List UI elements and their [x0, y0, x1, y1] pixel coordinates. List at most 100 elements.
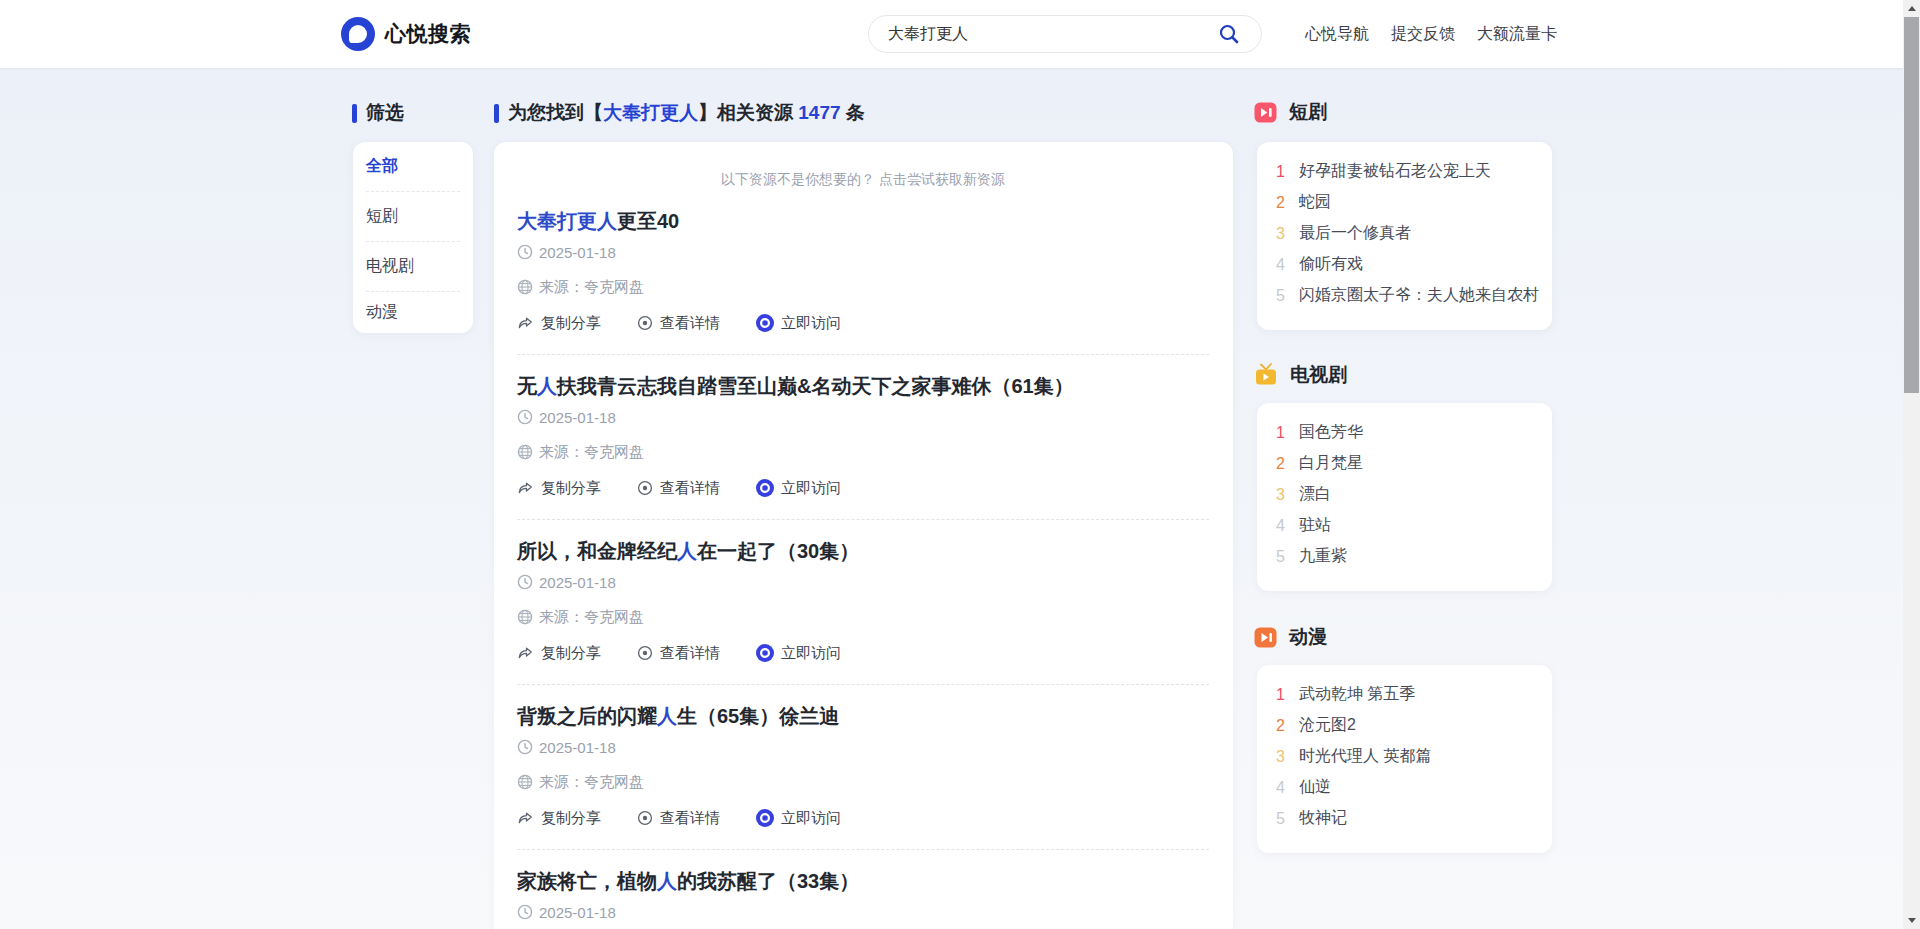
- rank-item[interactable]: 3时光代理人 英都篇: [1275, 741, 1544, 772]
- rank-item[interactable]: 2沧元图2: [1275, 710, 1544, 741]
- filter-item-short-drama[interactable]: 短剧: [366, 192, 460, 242]
- visit-icon: [756, 809, 774, 827]
- filter-item-tv[interactable]: 电视剧: [366, 242, 460, 292]
- brand-name: 心悦搜索: [385, 20, 471, 48]
- copy-share-button[interactable]: 复制分享: [517, 809, 601, 828]
- view-detail-button[interactable]: 查看详情: [637, 479, 720, 498]
- result-source-row: 来源：夸克网盘: [517, 608, 1209, 626]
- view-detail-button[interactable]: 查看详情: [637, 809, 720, 828]
- globe-icon: [517, 279, 533, 295]
- rank-heading-label: 电视剧: [1290, 362, 1347, 388]
- rank-item[interactable]: 5牧神记: [1275, 803, 1544, 834]
- header-nav: 心悦导航 提交反馈 大额流量卡: [1305, 0, 1557, 68]
- rank-item[interactable]: 1武动乾坤 第五季: [1275, 679, 1544, 710]
- copy-share-button[interactable]: 复制分享: [517, 644, 601, 663]
- rank-panel-tv: 1国色芳华 2白月梵星 3漂白 4驻站 5九重紫: [1257, 403, 1552, 591]
- result-item: 家族将亡，植物人的我苏醒了（33集） 2025-01-18 来源：夸克网盘: [517, 868, 1209, 929]
- visit-icon: [756, 644, 774, 662]
- nav-link-feedback[interactable]: 提交反馈: [1391, 24, 1455, 45]
- view-detail-button[interactable]: 查看详情: [637, 314, 720, 333]
- refresh-notice[interactable]: 以下资源不是你想要的？ 点击尝试获取新资源: [517, 170, 1209, 188]
- result-date-row: 2025-01-18: [517, 408, 1209, 426]
- share-icon: [517, 810, 534, 826]
- scrollbar-thumb[interactable]: [1904, 17, 1919, 393]
- result-date-row: 2025-01-18: [517, 738, 1209, 756]
- result-date: 2025-01-18: [539, 904, 616, 921]
- rank-item[interactable]: 1好孕甜妻被钻石老公宠上天: [1275, 156, 1544, 187]
- divider: [517, 354, 1209, 355]
- search-icon: [1218, 23, 1240, 45]
- results-heading-text: 为您找到【大奉打更人】相关资源 1477 条: [508, 100, 865, 126]
- scroll-down-button[interactable]: [1903, 912, 1920, 929]
- visit-icon: [756, 314, 774, 332]
- rank-item[interactable]: 3漂白: [1275, 479, 1544, 510]
- search-button[interactable]: [1211, 16, 1247, 52]
- rank-item[interactable]: 1国色芳华: [1275, 417, 1544, 448]
- result-actions: 复制分享 查看详情 立即访问: [517, 643, 1209, 663]
- visit-now-button[interactable]: 立即访问: [756, 479, 841, 498]
- logo[interactable]: 心悦搜索: [341, 17, 471, 51]
- result-item: 背叛之后的闪耀人生（65集）徐兰迪 2025-01-18 来源：夸克网盘 复制分…: [517, 703, 1209, 828]
- result-title[interactable]: 家族将亡，植物人的我苏醒了（33集）: [517, 868, 1209, 894]
- share-icon: [517, 480, 534, 496]
- result-item: 大奉打更人更至40 2025-01-18 来源：夸克网盘 复制分享 查看详情 立…: [517, 208, 1209, 333]
- rank-heading-label: 短剧: [1289, 99, 1327, 125]
- view-detail-button[interactable]: 查看详情: [637, 644, 720, 663]
- rank-item[interactable]: 2白月梵星: [1275, 448, 1544, 479]
- rank-item[interactable]: 4偷听有戏: [1275, 249, 1544, 280]
- rank-item[interactable]: 3最后一个修真者: [1275, 218, 1544, 249]
- results-heading: 为您找到【大奉打更人】相关资源 1477 条: [494, 101, 865, 125]
- nav-link-data-card[interactable]: 大额流量卡: [1477, 24, 1557, 45]
- result-title[interactable]: 大奉打更人更至40: [517, 208, 1209, 234]
- rank-item[interactable]: 5九重紫: [1275, 541, 1544, 572]
- divider: [517, 849, 1209, 850]
- result-title[interactable]: 所以，和金牌经纪人在一起了（30集）: [517, 538, 1209, 564]
- tv-icon: [1254, 363, 1278, 387]
- rank-panel-short-drama: 1好孕甜妻被钻石老公宠上天 2蛇园 3最后一个修真者 4偷听有戏 5闪婚京圈太子…: [1257, 142, 1552, 330]
- result-item: 所以，和金牌经纪人在一起了（30集） 2025-01-18 来源：夸克网盘 复制…: [517, 538, 1209, 663]
- visit-icon: [756, 479, 774, 497]
- rank-heading-anime: 动漫: [1254, 625, 1327, 649]
- rank-item[interactable]: 4仙逆: [1275, 772, 1544, 803]
- header: 心悦搜索 心悦导航 提交反馈 大额流量卡: [0, 0, 1920, 68]
- filter-item-all[interactable]: 全部: [366, 142, 460, 192]
- heading-bar: [352, 104, 357, 123]
- divider: [517, 519, 1209, 520]
- results-count: 1477: [798, 102, 840, 123]
- results-keyword: 大奉打更人: [603, 102, 698, 123]
- copy-share-button[interactable]: 复制分享: [517, 479, 601, 498]
- visit-now-button[interactable]: 立即访问: [756, 314, 841, 333]
- filter-heading: 筛选: [352, 101, 404, 125]
- filter-item-anime[interactable]: 动漫: [366, 292, 460, 333]
- result-date: 2025-01-18: [539, 739, 616, 756]
- divider: [517, 684, 1209, 685]
- clock-icon: [517, 574, 533, 590]
- rank-item[interactable]: 5闪婚京圈太子爷：夫人她来自农村: [1275, 280, 1544, 311]
- search-input[interactable]: [869, 25, 1211, 43]
- rank-item[interactable]: 4驻站: [1275, 510, 1544, 541]
- nav-link-navigation[interactable]: 心悦导航: [1305, 24, 1369, 45]
- search-bar: [868, 15, 1262, 53]
- result-title[interactable]: 背叛之后的闪耀人生（65集）徐兰迪: [517, 703, 1209, 729]
- result-source-row: 来源：夸克网盘: [517, 773, 1209, 791]
- visit-now-button[interactable]: 立即访问: [756, 644, 841, 663]
- logo-icon: [341, 17, 375, 51]
- heading-bar: [494, 104, 499, 123]
- scroll-up-icon: [1908, 6, 1916, 11]
- result-title[interactable]: 无人扶我青云志我自踏雪至山巅&名动天下之家事难休（61集）: [517, 373, 1209, 399]
- copy-share-button[interactable]: 复制分享: [517, 314, 601, 333]
- scroll-up-button[interactable]: [1903, 0, 1920, 17]
- rank-panel-anime: 1武动乾坤 第五季 2沧元图2 3时光代理人 英都篇 4仙逆 5牧神记: [1257, 665, 1552, 853]
- result-source-row: 来源：夸克网盘: [517, 278, 1209, 296]
- short-drama-icon: [1254, 101, 1277, 124]
- filter-panel: 全部 短剧 电视剧 动漫: [353, 142, 473, 333]
- result-date: 2025-01-18: [539, 244, 616, 261]
- rank-heading-short-drama: 短剧: [1254, 100, 1327, 124]
- detail-icon: [637, 645, 653, 661]
- clock-icon: [517, 904, 533, 920]
- result-date: 2025-01-18: [539, 574, 616, 591]
- rank-item[interactable]: 2蛇园: [1275, 187, 1544, 218]
- result-date-row: 2025-01-18: [517, 573, 1209, 591]
- visit-now-button[interactable]: 立即访问: [756, 809, 841, 828]
- clock-icon: [517, 739, 533, 755]
